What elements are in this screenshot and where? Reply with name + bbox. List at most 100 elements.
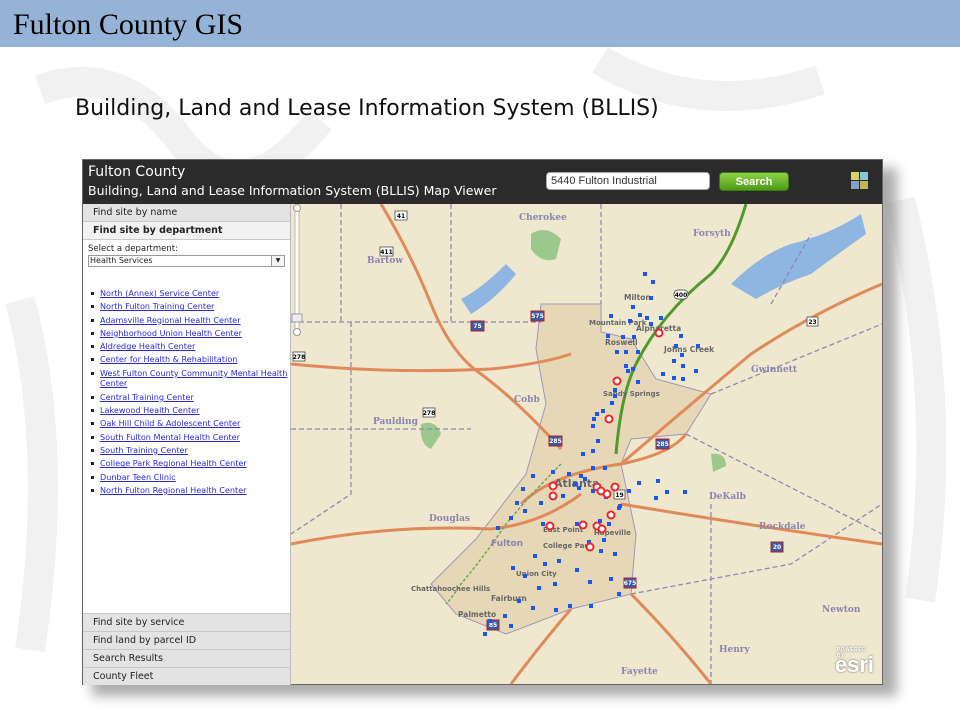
site-link[interactable]: College Park Regional Health Center bbox=[100, 458, 247, 468]
panel-find-site-by-service[interactable]: Find site by service bbox=[83, 613, 290, 631]
parcel-marker bbox=[632, 335, 636, 339]
site-link[interactable]: West Fulton County Community Mental Heal… bbox=[100, 368, 287, 388]
parcel-marker bbox=[656, 479, 660, 483]
parcel-marker bbox=[488, 619, 492, 623]
parcel-marker bbox=[636, 380, 640, 384]
parcel-marker bbox=[649, 296, 653, 300]
highway-shield: 278 bbox=[422, 407, 436, 418]
site-marker bbox=[654, 328, 664, 338]
panel-find-site-by-name[interactable]: Find site by name bbox=[83, 204, 290, 222]
department-label: Select a department: bbox=[88, 244, 178, 254]
parcel-marker bbox=[537, 586, 541, 590]
city-label-palmetto: Palmetto bbox=[458, 610, 496, 619]
list-item: North Fulton Training Center bbox=[91, 300, 290, 313]
site-link[interactable]: South Training Center bbox=[100, 445, 188, 455]
parcel-marker bbox=[617, 592, 621, 596]
panel-find-land-by-parcel-id[interactable]: Find land by parcel ID bbox=[83, 631, 290, 649]
svg-text:278: 278 bbox=[293, 354, 306, 361]
parcel-marker bbox=[523, 509, 527, 513]
county-label-cobb: Cobb bbox=[514, 395, 540, 405]
site-link[interactable]: North Fulton Regional Health Center bbox=[100, 485, 247, 495]
list-item: North (Annex) Service Center bbox=[91, 287, 290, 300]
city-label-fulton: Fulton bbox=[491, 539, 523, 549]
search-button[interactable]: Search bbox=[719, 172, 789, 191]
list-item: Neighborhood Union Health Center bbox=[91, 327, 290, 340]
parcel-marker bbox=[661, 372, 665, 376]
parcel-marker bbox=[531, 606, 535, 610]
site-link[interactable]: Central Training Center bbox=[100, 392, 194, 402]
site-marker bbox=[606, 510, 616, 520]
list-item: Aldredge Health Center bbox=[91, 340, 290, 353]
parcel-marker bbox=[631, 367, 635, 371]
basemap-gallery-icon[interactable] bbox=[851, 172, 868, 189]
highway-shield: 75 bbox=[470, 320, 485, 332]
parcel-marker bbox=[523, 574, 527, 578]
site-link[interactable]: South Fulton Mental Health Center bbox=[100, 432, 240, 442]
map-canvas[interactable]: Cherokee Forsyth Bartow Cobb Gwinnett Pa… bbox=[291, 204, 882, 684]
parcel-marker bbox=[679, 334, 683, 338]
parcel-marker bbox=[503, 614, 507, 618]
parcel-marker bbox=[618, 504, 622, 508]
city-label-college-park: College Park bbox=[543, 542, 593, 550]
site-link[interactable]: Dunbar Teen Clinic bbox=[100, 472, 176, 482]
parcel-marker bbox=[613, 552, 617, 556]
list-item: Adamsville Regional Health Center bbox=[91, 314, 290, 327]
site-link[interactable]: Oak Hill Child & Adolescent Center bbox=[100, 418, 240, 428]
highway-shield: 411 bbox=[379, 246, 394, 257]
panel-search-results[interactable]: Search Results bbox=[83, 649, 290, 667]
site-link[interactable]: Neighborhood Union Health Center bbox=[100, 328, 242, 338]
parcel-marker bbox=[509, 516, 513, 520]
svg-text:675: 675 bbox=[624, 580, 637, 587]
esri-logo: POWERED BY esri bbox=[834, 647, 874, 677]
parcel-marker bbox=[651, 280, 655, 284]
parcel-marker bbox=[543, 562, 547, 566]
parcel-marker bbox=[509, 624, 513, 628]
slide-title: Fulton County GIS bbox=[13, 8, 244, 41]
parcel-marker bbox=[680, 353, 684, 357]
panel-find-site-by-department[interactable]: Find site by department bbox=[83, 222, 290, 240]
lake-lanier bbox=[731, 214, 866, 299]
panel-county-fleet[interactable]: County Fleet bbox=[83, 667, 290, 685]
parcel-marker bbox=[515, 501, 519, 505]
county-label-dekalb: DeKalb bbox=[709, 492, 746, 502]
site-marker bbox=[612, 376, 622, 386]
address-search-input[interactable] bbox=[546, 172, 710, 190]
slide-header: Fulton County GIS bbox=[0, 0, 960, 47]
highway-shield: 41 bbox=[394, 210, 408, 221]
highway-shield: 23 bbox=[806, 316, 819, 327]
parcel-marker bbox=[496, 526, 500, 530]
department-select[interactable]: Health Services ▼ bbox=[88, 255, 285, 267]
parcel-marker bbox=[483, 632, 487, 636]
site-marker bbox=[548, 481, 558, 491]
site-link[interactable]: Lakewood Health Center bbox=[100, 405, 199, 415]
parcel-marker bbox=[665, 490, 669, 494]
zoom-in-icon bbox=[293, 204, 301, 212]
parcel-marker bbox=[638, 313, 642, 317]
parcel-marker bbox=[511, 566, 515, 570]
site-link[interactable]: Aldredge Health Center bbox=[100, 341, 195, 351]
chevron-down-icon[interactable]: ▼ bbox=[271, 256, 284, 266]
county-label-gwinnett: Gwinnett bbox=[751, 365, 798, 375]
parcel-marker bbox=[613, 394, 617, 398]
city-label-fairburn: Fairburn bbox=[491, 594, 527, 603]
zoom-slider[interactable] bbox=[291, 204, 303, 336]
highway-shield: 575 bbox=[530, 310, 545, 322]
lake-allatoona bbox=[461, 264, 516, 314]
site-link[interactable]: North Fulton Training Center bbox=[100, 301, 214, 311]
site-link[interactable]: Adamsville Regional Health Center bbox=[100, 315, 241, 325]
svg-text:20: 20 bbox=[773, 544, 781, 551]
parcel-marker bbox=[672, 359, 676, 363]
parcel-marker bbox=[645, 316, 649, 320]
city-label-roswell: Roswell bbox=[605, 338, 638, 347]
site-link[interactable]: Center for Health & Rehabilitation bbox=[100, 354, 237, 364]
parcel-marker bbox=[636, 350, 640, 354]
svg-text:575: 575 bbox=[531, 313, 544, 320]
svg-text:75: 75 bbox=[473, 323, 481, 330]
list-item: College Park Regional Health Center bbox=[91, 457, 290, 470]
parcel-marker bbox=[681, 377, 685, 381]
app-header: Fulton County Building, Land and Lease I… bbox=[83, 160, 882, 204]
parcel-marker bbox=[626, 369, 630, 373]
parcel-marker bbox=[696, 344, 700, 348]
site-link[interactable]: North (Annex) Service Center bbox=[100, 288, 219, 298]
county-label-rockdale: Rockdale bbox=[759, 522, 806, 532]
